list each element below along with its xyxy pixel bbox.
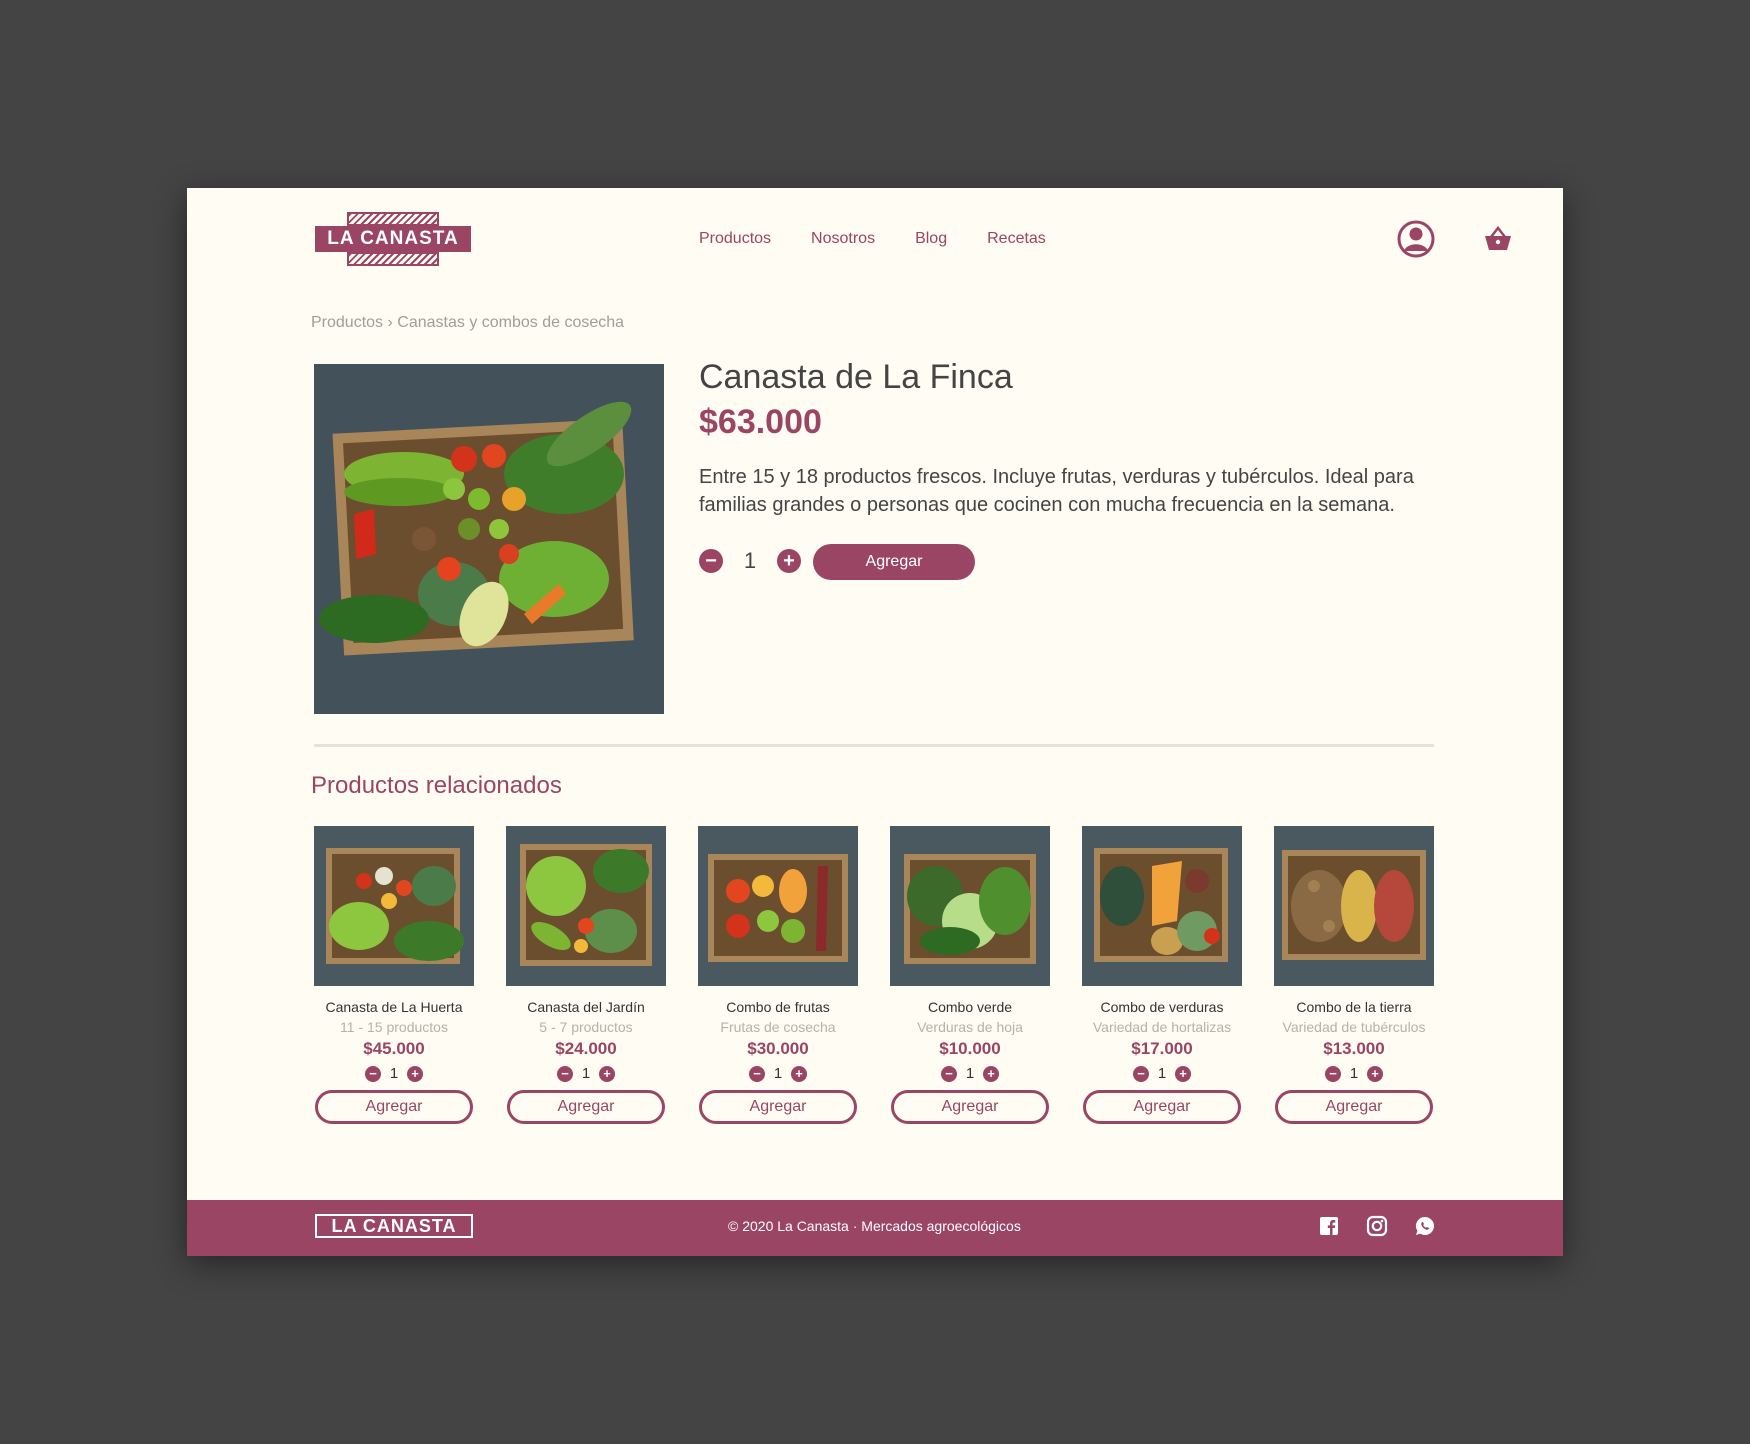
add-to-cart-button[interactable]: Agregar <box>1083 1090 1241 1124</box>
whatsapp-icon[interactable] <box>1414 1215 1436 1237</box>
footer-copyright: © 2020 La Canasta · Mercados agroecológi… <box>728 1218 1021 1234</box>
quantity-stepper: − 1 + <box>314 1065 474 1082</box>
plus-icon[interactable]: + <box>407 1065 423 1082</box>
product-card: Canasta del Jardín 5 - 7 productos $24.0… <box>506 826 666 1124</box>
nav-item-productos[interactable]: Productos <box>699 230 771 248</box>
product-card-price: $10.000 <box>939 1039 1001 1058</box>
footer-logo[interactable]: LA CANASTA <box>315 1214 473 1238</box>
product-card-image[interactable] <box>1082 826 1242 986</box>
section-divider <box>314 744 1434 747</box>
logo-pattern-bottom <box>347 252 439 266</box>
quantity-stepper: − 1 + <box>1082 1065 1242 1082</box>
product-card-subtitle: 11 - 15 productos <box>340 1019 448 1035</box>
add-to-cart-button[interactable]: Agregar <box>1275 1090 1433 1124</box>
product-card-image[interactable] <box>698 826 858 986</box>
plus-icon[interactable]: + <box>777 549 801 573</box>
quantity-value: 1 <box>1349 1065 1359 1082</box>
quantity-value: 1 <box>1157 1065 1167 1082</box>
product-card-price: $45.000 <box>363 1039 425 1058</box>
basket-icon[interactable] <box>1484 226 1512 252</box>
related-products-grid: Canasta de La Huerta 11 - 15 productos $… <box>314 826 1434 1124</box>
product-card: Combo de verduras Variedad de hortalizas… <box>1082 826 1242 1124</box>
product-card-subtitle: Frutas de cosecha <box>720 1019 836 1035</box>
add-to-cart-button[interactable]: Agregar <box>507 1090 665 1124</box>
product-card-image[interactable] <box>314 826 474 986</box>
product-card-subtitle: Variedad de tubérculos <box>1282 1019 1426 1035</box>
related-section-title: Productos relacionados <box>311 772 562 799</box>
product-card: Combo de frutas Frutas de cosecha $30.00… <box>698 826 858 1124</box>
user-circle-icon[interactable] <box>1397 220 1435 258</box>
nav-item-blog[interactable]: Blog <box>915 230 947 248</box>
main-nav: Productos Nosotros Blog Recetas <box>699 230 1046 248</box>
plus-icon[interactable]: + <box>983 1065 999 1082</box>
quantity-stepper: − 1 + <box>1274 1065 1434 1082</box>
quantity-value: 1 <box>581 1065 591 1082</box>
minus-icon[interactable]: − <box>749 1065 765 1082</box>
facebook-icon[interactable] <box>1318 1215 1340 1237</box>
plus-icon[interactable]: + <box>599 1065 615 1082</box>
add-to-cart-button[interactable]: Agregar <box>699 1090 857 1124</box>
minus-icon[interactable]: − <box>941 1065 957 1082</box>
plus-icon[interactable]: + <box>1175 1065 1191 1082</box>
minus-icon[interactable]: − <box>699 549 723 573</box>
product-card-price: $17.000 <box>1131 1039 1193 1058</box>
add-to-cart-button[interactable]: Agregar <box>891 1090 1049 1124</box>
product-card-name: Combo verde <box>927 999 1013 1015</box>
product-price: $63.000 <box>699 403 822 441</box>
product-card-image[interactable] <box>1274 826 1434 986</box>
quantity-stepper: − 1 + <box>890 1065 1050 1082</box>
quantity-value: 1 <box>965 1065 975 1082</box>
product-card-price: $13.000 <box>1323 1039 1385 1058</box>
breadcrumb: Productos › Canastas y combos de cosecha <box>311 314 624 332</box>
product-description: Entre 15 y 18 productos frescos. Incluye… <box>699 466 1414 516</box>
product-card-image[interactable] <box>506 826 666 986</box>
footer: LA CANASTA © 2020 La Canasta · Mercados … <box>187 1200 1563 1256</box>
quantity-value: 1 <box>773 1065 783 1082</box>
plus-icon[interactable]: + <box>1367 1065 1383 1082</box>
product-card: Canasta de La Huerta 11 - 15 productos $… <box>314 826 474 1124</box>
product-card-name: Combo de frutas <box>726 999 830 1015</box>
quantity-value: 1 <box>389 1065 399 1082</box>
product-card-subtitle: Variedad de hortalizas <box>1092 1019 1232 1035</box>
minus-icon[interactable]: − <box>1325 1065 1341 1082</box>
product-card: Combo de la tierra Variedad de tubérculo… <box>1274 826 1434 1124</box>
logo-text: LA CANASTA <box>315 226 471 252</box>
add-to-cart-button[interactable]: Agregar <box>315 1090 473 1124</box>
product-card-price: $24.000 <box>555 1039 617 1058</box>
brand-logo[interactable]: LA CANASTA <box>315 212 471 266</box>
product-image <box>314 364 664 714</box>
minus-icon[interactable]: − <box>1133 1065 1149 1082</box>
quantity-value: 1 <box>743 548 757 573</box>
product-card-name: Canasta del Jardín <box>527 999 645 1015</box>
nav-item-recetas[interactable]: Recetas <box>987 230 1046 248</box>
logo-pattern-top <box>347 212 439 226</box>
page-frame: LA CANASTA Productos Nosotros Blog Recet… <box>187 188 1563 1256</box>
product-card-subtitle: Verduras de hoja <box>917 1019 1023 1035</box>
product-card: Combo verde Verduras de hoja $10.000 − 1… <box>890 826 1050 1124</box>
add-to-cart-button[interactable]: Agregar <box>813 544 975 580</box>
product-title: Canasta de La Finca <box>699 358 1013 396</box>
product-card-name: Combo de la tierra <box>1296 999 1412 1015</box>
quantity-stepper: − 1 + <box>506 1065 666 1082</box>
minus-icon[interactable]: − <box>365 1065 381 1082</box>
product-card-image[interactable] <box>890 826 1050 986</box>
minus-icon[interactable]: − <box>557 1065 573 1082</box>
instagram-icon[interactable] <box>1366 1215 1388 1237</box>
plus-icon[interactable]: + <box>791 1065 807 1082</box>
product-card-price: $30.000 <box>747 1039 809 1058</box>
product-card-name: Canasta de La Huerta <box>325 999 463 1015</box>
product-card-subtitle: 5 - 7 productos <box>539 1019 633 1035</box>
breadcrumb-current[interactable]: Canastas y combos de cosecha <box>397 314 624 331</box>
quantity-stepper: − 1 + <box>698 1065 858 1082</box>
product-card-name: Combo de verduras <box>1100 999 1224 1015</box>
breadcrumb-root[interactable]: Productos <box>311 314 383 331</box>
breadcrumb-separator: › <box>387 314 393 331</box>
nav-item-nosotros[interactable]: Nosotros <box>811 230 875 248</box>
quantity-stepper: − 1 + <box>699 548 801 574</box>
